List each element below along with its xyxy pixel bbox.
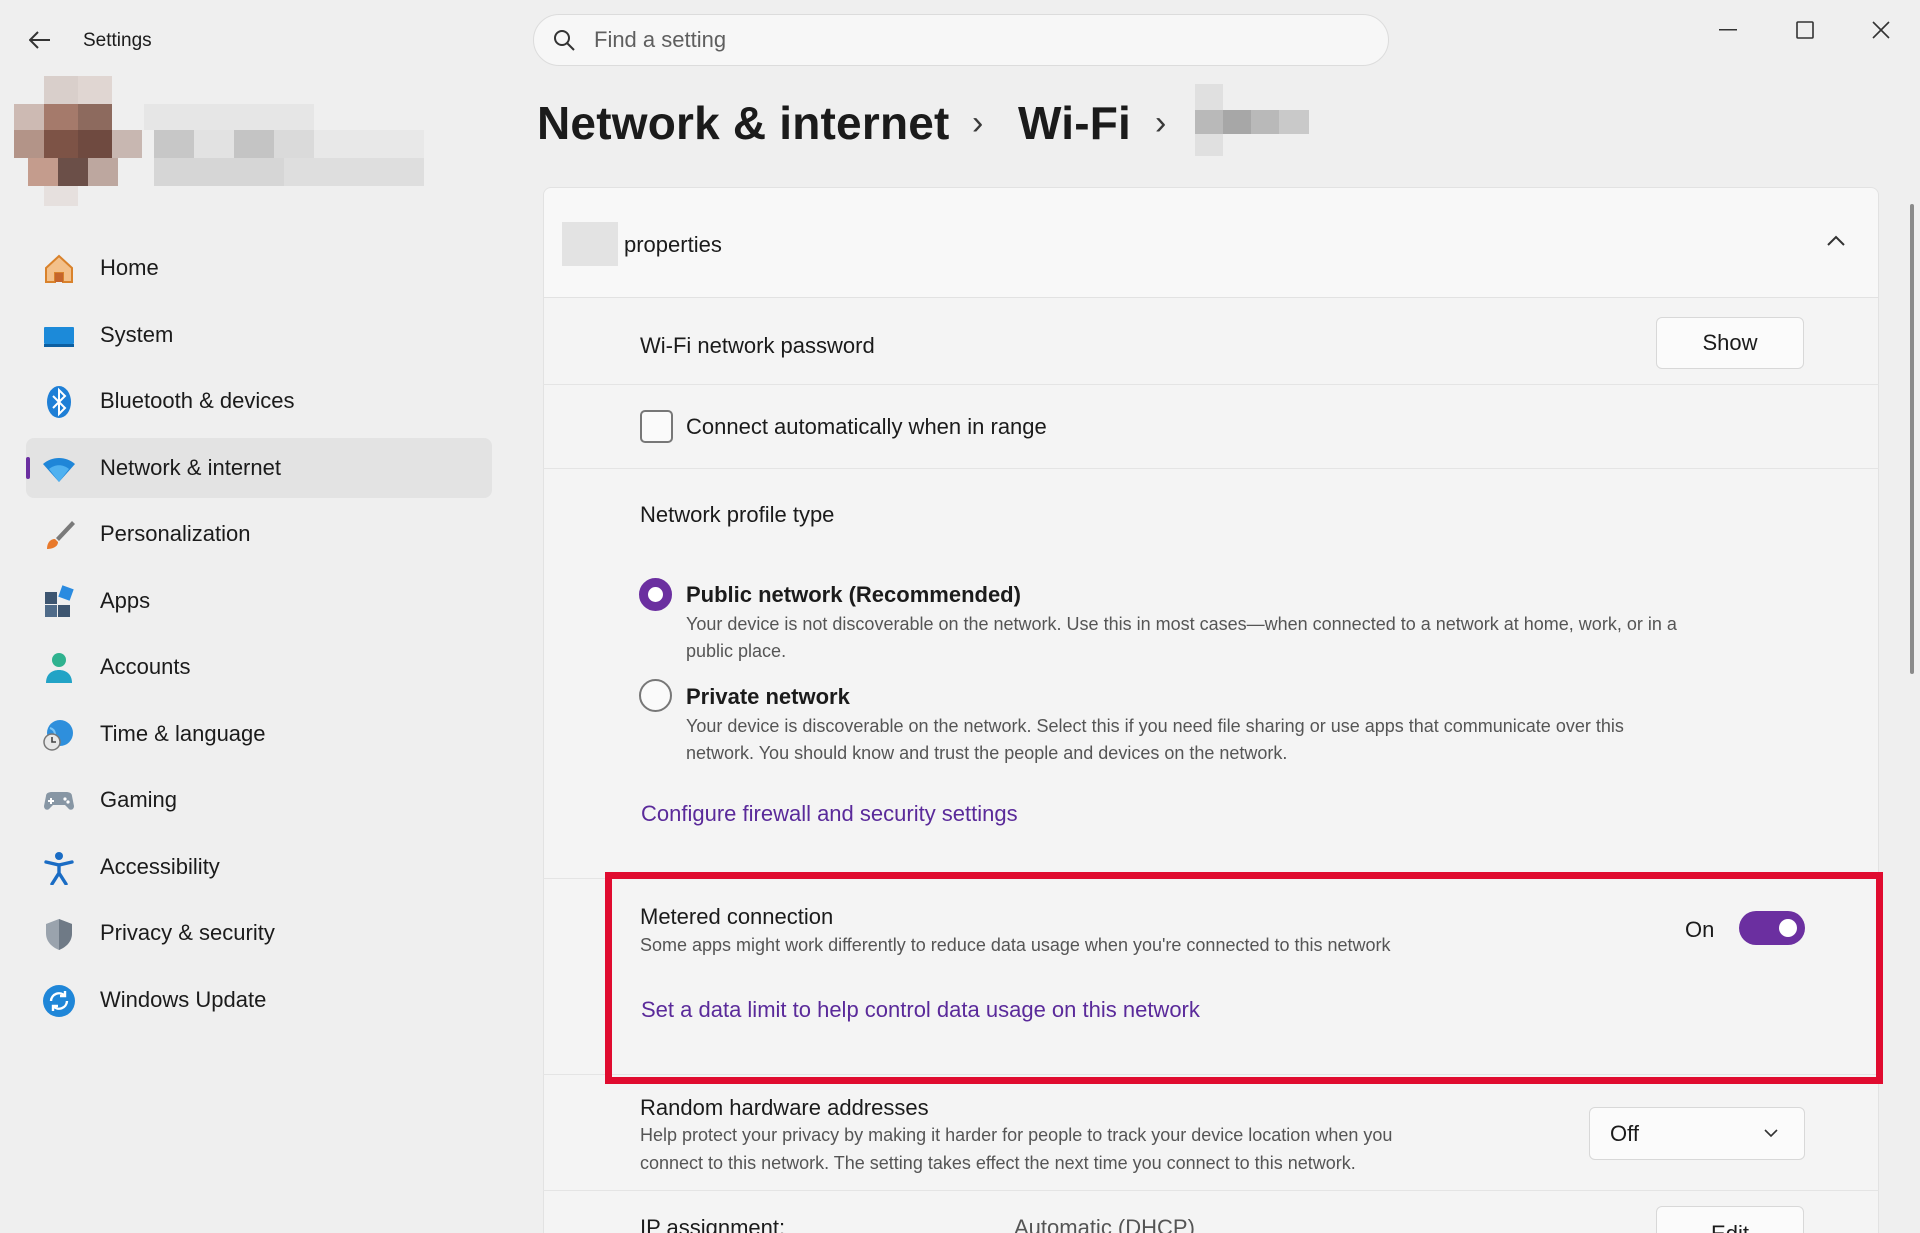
sidebar-item-windows-update[interactable]: Windows Update xyxy=(26,970,492,1030)
sidebar-item-gaming[interactable]: Gaming xyxy=(26,770,492,830)
sidebar-item-privacy[interactable]: Privacy & security xyxy=(26,903,492,963)
sidebar-item-label: Privacy & security xyxy=(100,920,275,945)
properties-header[interactable]: properties xyxy=(543,187,1879,298)
sidebar-item-time-language[interactable]: Time & language xyxy=(26,704,492,764)
breadcrumb-network-name-redacted xyxy=(1195,84,1309,156)
maximize-icon xyxy=(1796,21,1814,39)
search-icon xyxy=(554,30,575,51)
breadcrumb-separator: › xyxy=(1155,104,1167,142)
sidebar-item-label: Apps xyxy=(100,588,151,613)
sidebar-item-apps[interactable]: Apps xyxy=(26,571,492,631)
search-placeholder: Find a setting xyxy=(594,27,727,52)
sidebar-item-bluetooth[interactable]: Bluetooth & devices xyxy=(26,371,492,431)
scrollbar[interactable] xyxy=(1910,204,1914,674)
sidebar-item-label: Time & language xyxy=(100,721,266,746)
properties-title: properties xyxy=(624,232,722,257)
network-profile-type-label: Network profile type xyxy=(640,502,835,527)
minimize-button[interactable] xyxy=(1698,10,1758,50)
app-title: Settings xyxy=(83,30,152,51)
shield-icon xyxy=(46,919,72,950)
gamepad-icon xyxy=(44,792,74,810)
divider xyxy=(543,1190,1879,1191)
minimize-icon xyxy=(1719,29,1737,31)
chevron-up-icon[interactable] xyxy=(1827,234,1845,246)
random-hardware-addresses-dropdown[interactable]: Off xyxy=(1589,1107,1805,1160)
sidebar-item-personalization[interactable]: Personalization xyxy=(26,504,492,564)
breadcrumb-separator: › xyxy=(972,104,984,142)
sidebar-item-network[interactable]: Network & internet xyxy=(26,438,492,498)
sidebar-item-accounts[interactable]: Accounts xyxy=(26,637,492,697)
selection-indicator xyxy=(26,457,30,479)
edit-ip-button[interactable]: Edit xyxy=(1656,1206,1804,1233)
sidebar-item-label: Network & internet xyxy=(100,455,281,480)
chevron-down-icon xyxy=(1764,1129,1778,1138)
sidebar-item-accessibility[interactable]: Accessibility xyxy=(26,837,492,897)
home-icon xyxy=(45,254,73,283)
brush-icon xyxy=(47,521,75,549)
highlight-box xyxy=(605,872,1883,1084)
sidebar-item-home[interactable]: Home xyxy=(26,238,492,298)
ip-assignment-label: IP assignment: xyxy=(640,1215,786,1233)
random-hardware-addresses-label: Random hardware addresses xyxy=(640,1095,929,1120)
public-network-radio[interactable] xyxy=(639,578,672,611)
close-button[interactable] xyxy=(1851,10,1911,50)
public-network-description: Your device is not discoverable on the n… xyxy=(686,614,1677,634)
sidebar-item-label: System xyxy=(100,322,174,347)
sidebar-item-label: Accessibility xyxy=(100,854,220,879)
random-hardware-addresses-description-line2: connect to this network. The setting tak… xyxy=(640,1153,1356,1173)
globe-clock-icon xyxy=(43,720,73,751)
accessibility-icon xyxy=(44,852,74,885)
breadcrumb-wifi[interactable]: Wi-Fi xyxy=(1018,96,1131,150)
breadcrumb-network[interactable]: Network & internet xyxy=(537,96,950,150)
accounts-icon xyxy=(46,653,72,683)
sidebar-item-label: Gaming xyxy=(100,787,178,812)
apps-icon xyxy=(45,585,74,617)
wifi-password-label: Wi-Fi network password xyxy=(640,333,875,358)
user-profile[interactable] xyxy=(14,76,444,216)
private-network-radio[interactable] xyxy=(639,679,672,712)
back-button[interactable] xyxy=(22,22,58,58)
divider xyxy=(543,468,1879,469)
search-input[interactable]: Find a setting xyxy=(533,14,1389,66)
public-network-title[interactable]: Public network (Recommended) xyxy=(686,582,1021,608)
wifi-icon xyxy=(43,458,75,482)
connect-automatically-label[interactable]: Connect automatically when in range xyxy=(686,414,1047,440)
network-name-redacted xyxy=(562,222,618,266)
sidebar-item-label: Bluetooth & devices xyxy=(100,388,295,413)
sidebar-item-label: Windows Update xyxy=(100,987,267,1012)
bluetooth-icon xyxy=(47,386,71,418)
private-network-title[interactable]: Private network xyxy=(686,684,850,710)
update-icon xyxy=(43,985,75,1017)
sidebar-item-system[interactable]: System xyxy=(26,305,492,365)
random-hardware-addresses-description: Help protect your privacy by making it h… xyxy=(640,1125,1393,1145)
dropdown-value: Off xyxy=(1610,1120,1639,1146)
maximize-button[interactable] xyxy=(1775,10,1835,50)
close-icon xyxy=(1872,21,1890,39)
public-network-description-line2: public place. xyxy=(686,641,787,661)
private-network-description-line2: network. You should know and trust the p… xyxy=(686,743,1288,763)
sidebar-item-label: Accounts xyxy=(100,654,191,679)
system-icon xyxy=(44,327,74,347)
firewall-settings-link[interactable]: Configure firewall and security settings xyxy=(641,801,1018,827)
sidebar-item-label: Home xyxy=(100,255,159,280)
divider xyxy=(543,384,1879,385)
connect-automatically-checkbox[interactable] xyxy=(640,410,673,443)
private-network-description: Your device is discoverable on the netwo… xyxy=(686,716,1624,736)
back-arrow-icon xyxy=(29,31,50,49)
ip-assignment-value: Automatic (DHCP) xyxy=(1014,1215,1195,1233)
sidebar-item-label: Personalization xyxy=(100,521,251,546)
show-password-button[interactable]: Show xyxy=(1656,317,1804,369)
